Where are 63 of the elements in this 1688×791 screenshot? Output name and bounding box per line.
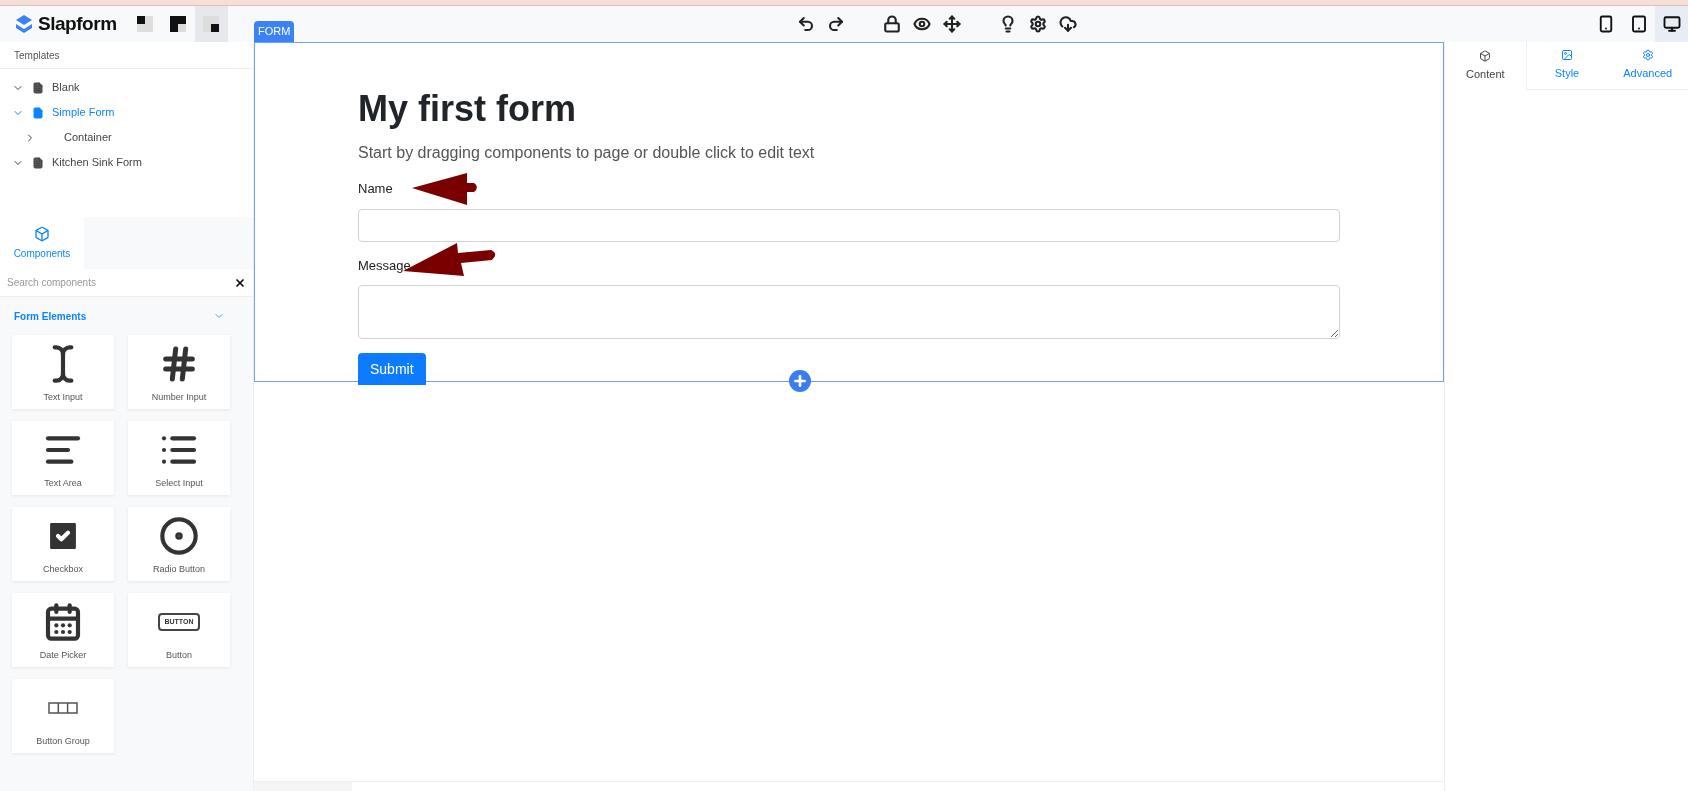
panel-tab[interactable]: Advanced (1607, 42, 1688, 90)
submit-button[interactable]: Submit (358, 353, 426, 385)
components-tab[interactable]: Components (0, 217, 84, 269)
brand-name: Slapform (38, 11, 117, 36)
cloud-download-button[interactable] (1058, 15, 1077, 33)
panel-tab[interactable]: Style (1525, 42, 1608, 90)
template-item[interactable]: Kitchen Sink Form (0, 150, 253, 175)
component-card[interactable]: Text Input (12, 335, 114, 409)
form-subtitle: Start by dragging components to page or double click to edit text (358, 143, 816, 163)
template-item[interactable]: Simple Form (0, 100, 253, 125)
radio-icon (159, 516, 199, 556)
settings-icon (1641, 49, 1654, 62)
layout-icon (137, 16, 154, 32)
field-label: Name (358, 180, 393, 198)
settings-icon (1028, 15, 1047, 33)
plus-icon (792, 373, 808, 389)
file-icon (32, 81, 44, 94)
component-card[interactable]: Select Input (128, 421, 230, 495)
component-card[interactable]: Number Input (128, 335, 230, 409)
cloud-download-icon (1058, 15, 1077, 33)
undo-icon (796, 15, 815, 33)
search-field[interactable]: Search components (0, 269, 253, 297)
template-item[interactable]: Container (0, 125, 253, 150)
move-button[interactable] (942, 15, 961, 33)
settings-button[interactable] (1028, 15, 1047, 33)
template-item[interactable]: Blank (0, 75, 253, 100)
layout-button[interactable] (194, 6, 228, 42)
name-field[interactable] (358, 208, 1340, 242)
undo-button[interactable] (796, 15, 815, 33)
button-group-icon (48, 702, 78, 714)
form-title: My first form (358, 87, 578, 131)
message-field[interactable] (358, 285, 1340, 339)
eye-icon (912, 15, 931, 33)
search-input[interactable]: Search components (7, 275, 234, 290)
layout-icon (170, 16, 187, 32)
component-card[interactable]: Radio Button (128, 507, 230, 581)
add-button[interactable] (789, 370, 811, 392)
form-badge: FORM (254, 21, 295, 42)
section-title: Form Elements (14, 309, 87, 324)
component-card[interactable]: Checkbox (12, 507, 114, 581)
cube-icon (34, 225, 50, 242)
component-card[interactable]: Date Picker (12, 593, 114, 667)
lock-icon (882, 15, 901, 33)
file-icon (32, 106, 44, 119)
cube-icon (1479, 49, 1492, 62)
image-icon (1561, 49, 1573, 62)
logo-icon (14, 14, 34, 34)
lock-button[interactable] (882, 15, 901, 33)
close-icon[interactable] (234, 276, 246, 289)
tablet-icon (1629, 15, 1648, 33)
templates-title: Templates (0, 42, 253, 69)
redo-icon (826, 15, 845, 33)
component-card[interactable]: Button Group (12, 679, 114, 753)
file-icon (32, 156, 44, 169)
eye-button[interactable] (912, 15, 931, 33)
monitor-icon (1662, 15, 1681, 33)
layout-icon (203, 16, 220, 32)
component-card[interactable]: Text Area (12, 421, 114, 495)
field-label: Message (358, 256, 411, 275)
move-icon (942, 15, 961, 33)
redo-button[interactable] (826, 15, 845, 33)
device-button[interactable] (1655, 6, 1688, 42)
calendar-icon (43, 602, 83, 642)
